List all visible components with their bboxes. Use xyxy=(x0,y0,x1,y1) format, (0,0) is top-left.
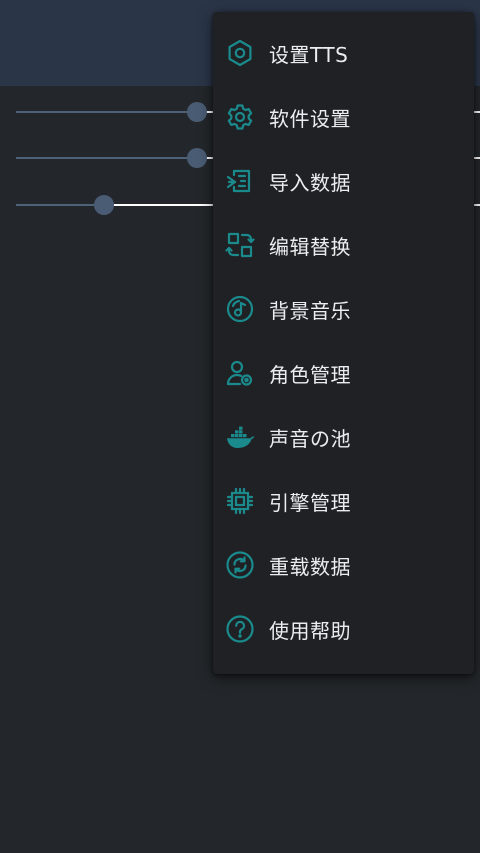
docker-whale-icon xyxy=(225,422,255,452)
menu-item-app-settings[interactable]: 软件设置 xyxy=(213,85,474,149)
menu-item-edit-replace[interactable]: 编辑替换 xyxy=(213,213,474,277)
slider-fill xyxy=(16,204,105,206)
hexagon-nut-icon xyxy=(225,38,255,68)
menu-item-label: 背景音乐 xyxy=(269,298,351,323)
menu-item-background-music[interactable]: 背景音乐 xyxy=(213,277,474,341)
menu-item-label: 软件设置 xyxy=(269,106,351,131)
menu-item-voice-pool[interactable]: 声音の池 xyxy=(213,405,474,469)
menu-item-help[interactable]: 使用帮助 xyxy=(213,597,474,661)
chip-icon xyxy=(225,486,255,516)
replace-icon xyxy=(225,230,255,260)
menu-item-set-tts[interactable]: 设置TTS xyxy=(213,21,474,85)
slider-thumb[interactable] xyxy=(186,102,207,122)
help-circle-icon xyxy=(225,614,255,644)
menu-item-label: 引擎管理 xyxy=(269,490,351,515)
menu-item-label: 设置TTS xyxy=(269,42,349,67)
user-gear-icon xyxy=(225,358,255,388)
menu-item-label: 声音の池 xyxy=(269,426,351,451)
menu-item-engine-management[interactable]: 引擎管理 xyxy=(213,469,474,533)
menu-item-label: 使用帮助 xyxy=(269,618,351,643)
import-icon xyxy=(225,166,255,196)
screen: 设置TTS 软件设置 导入数据 编辑替换 背景音乐 角色管理 声音の池 引擎管理… xyxy=(0,0,480,853)
menu-item-label: 重载数据 xyxy=(269,554,351,579)
gear-icon xyxy=(225,102,255,132)
slider-fill xyxy=(16,157,197,159)
menu-item-label: 角色管理 xyxy=(269,362,351,387)
menu-item-import-data[interactable]: 导入数据 xyxy=(213,149,474,213)
refresh-circle-icon xyxy=(225,550,255,580)
menu-item-role-management[interactable]: 角色管理 xyxy=(213,341,474,405)
overflow-menu: 设置TTS 软件设置 导入数据 编辑替换 背景音乐 角色管理 声音の池 引擎管理… xyxy=(213,12,474,674)
menu-item-label: 导入数据 xyxy=(269,170,351,195)
music-disc-icon xyxy=(225,294,255,324)
slider-thumb[interactable] xyxy=(94,195,115,215)
slider-thumb[interactable] xyxy=(186,148,207,168)
menu-item-label: 编辑替换 xyxy=(269,234,351,259)
slider-fill xyxy=(16,111,197,113)
menu-item-reload-data[interactable]: 重载数据 xyxy=(213,533,474,597)
